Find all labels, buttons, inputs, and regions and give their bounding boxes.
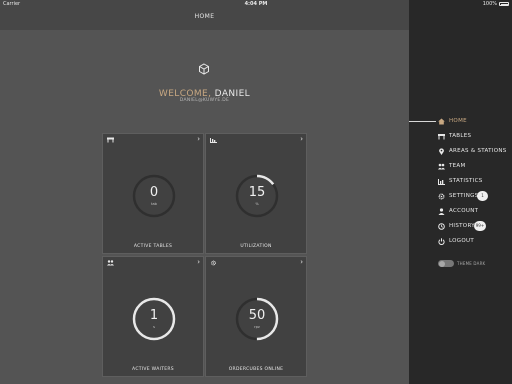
team-icon [107, 260, 114, 266]
page-title: HOME [194, 13, 215, 20]
chart-icon [438, 178, 445, 185]
gear-icon [438, 193, 445, 199]
active-item-indicator [409, 121, 436, 122]
status-time: 4:04 PM [244, 1, 268, 7]
user-email: DANIEL@KUWYE.DE [179, 98, 230, 103]
chevron-right-icon[interactable]: › [197, 259, 200, 266]
sidebar-item-label: LOGOUT [449, 238, 474, 244]
sidebar-item-logout[interactable]: LOGOUT [438, 236, 474, 246]
tile-ordercubes-online[interactable]: › 50 rpv ORDERCUBES ONLINE [205, 256, 307, 377]
sidebar-item-label: AREAS & STATIONS [449, 148, 507, 154]
sidebar-item-label: TEAM [449, 163, 466, 169]
clock-icon [438, 222, 445, 230]
tile-unit: rpv [254, 325, 260, 329]
chevron-right-icon[interactable]: › [197, 136, 200, 143]
sidebar-item-areas-stations[interactable]: AREAS & STATIONS [438, 146, 507, 156]
sidebar-item-settings[interactable]: SETTINGS [438, 191, 478, 201]
sidebar-item-label: TABLES [449, 133, 472, 139]
logo-cube-icon [199, 63, 209, 75]
battery-icon [499, 2, 509, 6]
tile-label: ORDERCUBES ONLINE [228, 367, 284, 372]
sidebar-item-account[interactable]: ACCOUNT [438, 206, 478, 216]
location-pin-icon [439, 147, 444, 155]
tile-active-waiters[interactable]: › 1 s ACTIVE WAITERS [102, 256, 204, 377]
tile-label: ACTIVE WAITERS [132, 367, 174, 372]
tile-value: 50 [248, 308, 266, 323]
history-badge: 99+ [474, 221, 486, 231]
sidebar-item-label: SETTINGS [449, 193, 479, 199]
tile-utilization[interactable]: › 15 % UTILIZATION [205, 133, 307, 254]
chevron-right-icon[interactable]: › [300, 259, 303, 266]
sidebar-item-home[interactable]: HOME [438, 116, 467, 126]
sidebar-item-team[interactable]: TEAM [438, 161, 466, 171]
battery-status: 100% [483, 1, 509, 7]
theme-toggle-label: THEME DARK [457, 261, 486, 266]
tile-unit: % [255, 202, 259, 206]
tile-unit: s [153, 325, 155, 329]
power-icon [438, 237, 445, 245]
tile-active-tables[interactable]: › 0 tab ACTIVE TABLES [102, 133, 204, 254]
sidebar-item-label: HOME [449, 118, 467, 124]
chevron-right-icon[interactable]: › [300, 136, 303, 143]
sidebar-item-label: ACCOUNT [449, 208, 479, 214]
tile-value: 1 [149, 308, 159, 323]
sidebar-item-history[interactable]: HISTORY [438, 221, 475, 231]
chart-icon [210, 138, 217, 143]
sidebar-item-label: STATISTICS [449, 178, 483, 184]
toggle-knob [438, 260, 445, 267]
status-bar: Carrier 4:04 PM 100% [0, 0, 512, 9]
sidebar-item-tables[interactable]: TABLES [438, 131, 471, 141]
tile-label: ACTIVE TABLES [133, 244, 173, 249]
tile-unit: tab [151, 202, 157, 206]
sidebar-item-label: HISTORY [449, 223, 475, 229]
tile-label: UTILIZATION [240, 244, 272, 249]
home-icon [438, 118, 445, 124]
tile-value: 15 [248, 185, 266, 200]
settings-badge: 1 [477, 191, 488, 201]
battery-percent: 100% [482, 1, 497, 7]
user-icon [438, 207, 445, 215]
main-content: HOME WELCOME, DANIEL DANIEL@KUWYE.DE › 0… [0, 0, 409, 384]
sidebar-item-statistics[interactable]: STATISTICS [438, 176, 483, 186]
table-icon [107, 137, 114, 143]
gear-icon [211, 260, 216, 266]
team-icon [438, 163, 445, 169]
tile-value: 0 [149, 185, 159, 200]
theme-toggle[interactable] [438, 260, 454, 267]
table-icon [438, 133, 445, 139]
